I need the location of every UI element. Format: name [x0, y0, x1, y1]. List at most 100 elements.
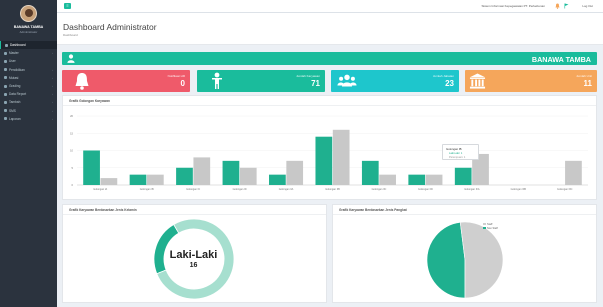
sidebar-item-mutasi[interactable]: Mutasi ‹: [0, 74, 57, 82]
page-header: Dashboard Administrator Dashboard: [57, 13, 603, 45]
avatar[interactable]: [20, 5, 37, 22]
bar-laki-laki[interactable]: [454, 167, 472, 185]
flag-icon[interactable]: [564, 3, 569, 9]
menu-toggle-button[interactable]: ≡: [64, 3, 71, 9]
chart-tooltip: Golongan IB Laki-Laki: 1 Perempuan: 1: [442, 144, 479, 160]
bar-laki-laki[interactable]: [176, 167, 193, 185]
x-tick-label: Golongan IIIB: [511, 188, 527, 191]
bar-perempuan[interactable]: [425, 174, 443, 185]
donut-center-value: 16: [189, 262, 198, 269]
sidebar-item-label: Data Report: [9, 92, 27, 97]
chevron-left-icon: ‹: [52, 51, 53, 56]
sidebar-item-laporan[interactable]: Laporan ‹: [0, 115, 57, 123]
x-tick-label: Golongan IIA: [279, 188, 294, 191]
bank-icon: [469, 73, 486, 89]
welcome-banner: BANAWA TAMBA: [62, 52, 597, 65]
top-info-text: Sistem Informasi Kepegawaian PT. Perkebu…: [481, 4, 545, 8]
bar-laki-laki[interactable]: [129, 174, 147, 185]
donut-center-label: Laki-Laki: [169, 249, 218, 261]
bar-perempuan[interactable]: [239, 167, 257, 185]
tooltip-title: Golongan IB: [446, 147, 462, 151]
card-positions[interactable]: Jumlah Jabatan 23: [331, 70, 459, 92]
menu-icon: [4, 51, 7, 55]
sidebar-item-dashboard[interactable]: Dashboard: [0, 41, 57, 50]
chevron-left-icon: ‹: [52, 92, 53, 97]
bar-laki-laki[interactable]: [361, 160, 379, 185]
bar-laki-laki[interactable]: [269, 174, 286, 185]
card-label: Jumlah Jabatan: [432, 74, 454, 78]
menu-icon: [5, 43, 8, 47]
person-icon: [212, 72, 222, 89]
user-icon: [67, 54, 75, 63]
x-tick-label: Golongan IA: [93, 188, 107, 191]
y-tick-label: 5: [72, 166, 74, 170]
sidebar-item-label: User: [9, 59, 16, 64]
sidebar-item-grading[interactable]: Grading ‹: [0, 82, 57, 90]
bar-perempuan[interactable]: [100, 178, 118, 185]
pie-chart: [426, 221, 504, 299]
card-units[interactable]: Jumlah Unit 11: [465, 70, 597, 92]
bar-chart-panel: Grafik Golongan Karyawan 0 5 10 15 20 Golonga…: [62, 95, 597, 200]
pie-legend: Staff Non Staff: [483, 222, 498, 230]
chevron-left-icon: ‹: [52, 100, 53, 105]
legend-label: Staff: [487, 222, 493, 226]
menu-icon: [4, 117, 7, 121]
card-notifications[interactable]: Notifikasi HR 0: [62, 70, 190, 92]
chevron-left-icon: ‹: [52, 83, 53, 88]
sidebar-user-name: BANAWA TAMBA: [13, 25, 44, 29]
sidebar-item-sms[interactable]: SMS ‹: [0, 107, 57, 115]
x-tick-label: Golongan IIC: [372, 188, 387, 191]
bar-perempuan[interactable]: [565, 160, 582, 185]
bar-laki-laki[interactable]: [83, 150, 100, 186]
x-tick-label: Golongan IIIA: [464, 188, 480, 191]
bar-perempuan[interactable]: [146, 174, 164, 185]
breadcrumb: Dashboard: [63, 33, 78, 37]
bar-laki-laki[interactable]: [315, 136, 333, 185]
bar-perempuan[interactable]: [286, 160, 304, 185]
x-tick-label: Golongan IIB: [325, 188, 340, 191]
tooltip-line-1: Laki-Laki: 1: [449, 151, 463, 155]
bell-icon[interactable]: [555, 3, 560, 9]
x-tick-label: Golongan IIIC: [557, 188, 573, 191]
menu-icon: [4, 68, 7, 72]
bar-perempuan[interactable]: [332, 129, 350, 185]
card-employees[interactable]: Jumlah Karyawan 71: [197, 70, 325, 92]
sidebar-item-label: Tambah: [9, 100, 21, 105]
logout-link[interactable]: Log Out: [582, 4, 593, 8]
x-tick-label: Golongan IC: [186, 188, 200, 191]
sidebar-item-tambah[interactable]: Tambah ‹: [0, 98, 57, 106]
card-value: 11: [583, 79, 592, 88]
bar-chart: 05101520Golongan IA Golongan IB Golongan I…: [70, 114, 588, 191]
donut-chart-panel: Grafik Karyawan Berdasarkan Jenis Kelami…: [62, 204, 327, 303]
group-icon: [337, 74, 357, 87]
menu-icon: [4, 109, 7, 113]
sidebar-item-pendidikan[interactable]: Pendidikan ‹: [0, 66, 57, 74]
bar-laki-laki[interactable]: [408, 174, 426, 185]
card-value: 0: [180, 79, 185, 88]
card-value: 23: [445, 79, 454, 88]
menu-icon: [4, 76, 7, 80]
x-tick-label: Golongan ID: [233, 188, 247, 191]
chevron-left-icon: ‹: [52, 75, 53, 80]
bar-perempuan[interactable]: [379, 174, 396, 185]
legend-swatch: [483, 227, 486, 229]
sidebar-item-master[interactable]: Master ‹: [0, 49, 57, 57]
y-tick-label: 0: [72, 183, 74, 187]
tooltip-line-2: Perempuan: 1: [449, 155, 466, 159]
bar-laki-laki[interactable]: [222, 160, 240, 185]
pie-slice-non-staff[interactable]: [459, 221, 504, 299]
legend-swatch: [483, 223, 486, 225]
pie-chart-panel: Grafik Karyawan Berdasarkan Jenis Pangka…: [332, 204, 597, 303]
bar-perempuan[interactable]: [193, 157, 211, 185]
sidebar-user-role: Administrator: [19, 30, 38, 34]
y-tick-label: 15: [70, 131, 73, 135]
sidebar-item-label: SMS: [9, 108, 16, 113]
chevron-left-icon: ‹: [52, 67, 53, 72]
x-tick-label: Golongan IID: [418, 188, 433, 191]
legend-label: Non Staff: [487, 226, 498, 230]
pie-slice-staff[interactable]: [426, 221, 466, 299]
sidebar-item-user[interactable]: User: [0, 57, 57, 65]
menu-icon: [4, 100, 7, 104]
card-label: Jumlah Unit: [576, 74, 592, 78]
sidebar-item-data-report[interactable]: Data Report ‹: [0, 90, 57, 98]
